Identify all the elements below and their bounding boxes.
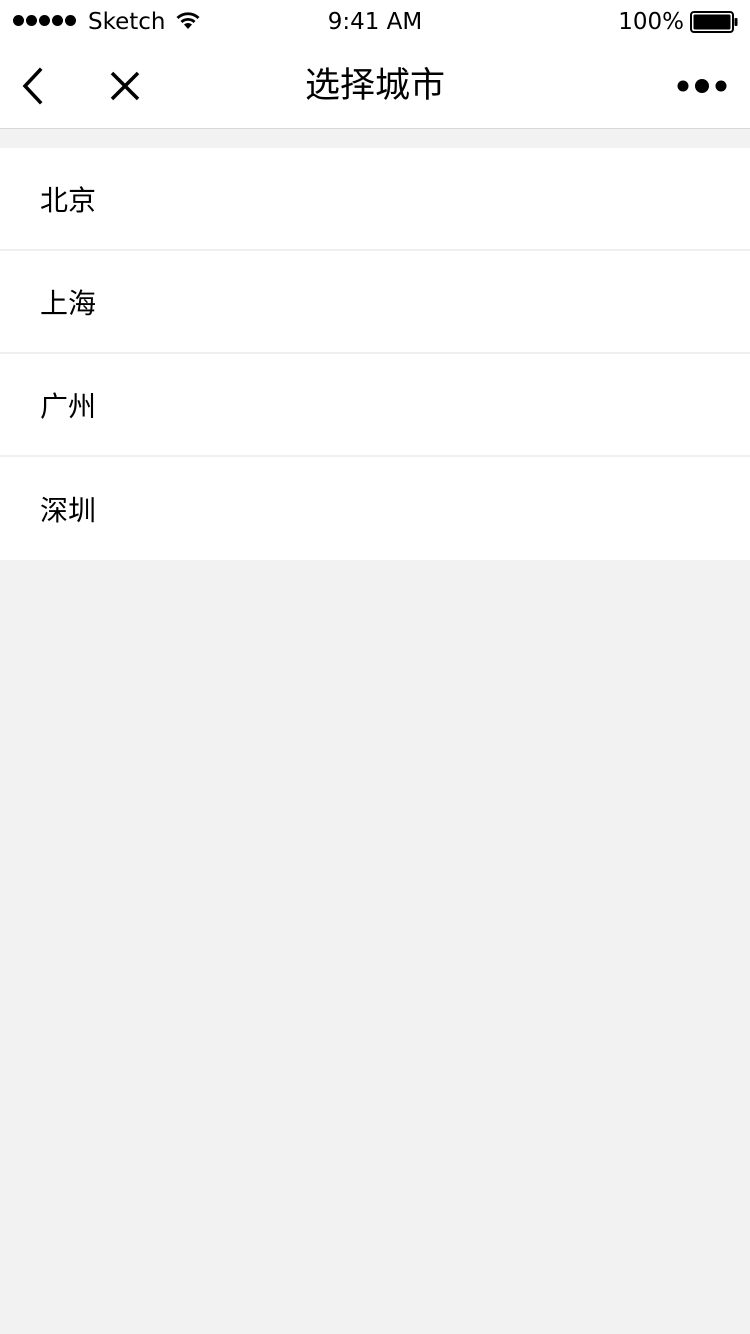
- city-label: 深圳: [40, 493, 97, 527]
- city-item-shenzhen[interactable]: 深圳: [0, 457, 750, 560]
- city-item-beijing[interactable]: 北京: [0, 148, 750, 251]
- more-icon: [677, 79, 727, 93]
- battery-icon: [690, 11, 738, 33]
- city-item-shanghai[interactable]: 上海: [0, 251, 750, 354]
- battery-percentage: 100%: [618, 9, 684, 35]
- page-title: 选择城市: [304, 66, 445, 106]
- city-label: 上海: [40, 286, 97, 320]
- city-item-guangzhou[interactable]: 广州: [0, 354, 750, 457]
- status-bar: Sketch 9:41 AM 100%: [0, 0, 750, 44]
- more-button[interactable]: [672, 44, 732, 128]
- navigation-bar: 选择城市: [0, 44, 750, 129]
- city-label: 广州: [40, 389, 97, 423]
- city-list: 北京 上海 广州 深圳: [0, 148, 750, 560]
- city-label: 北京: [40, 183, 97, 217]
